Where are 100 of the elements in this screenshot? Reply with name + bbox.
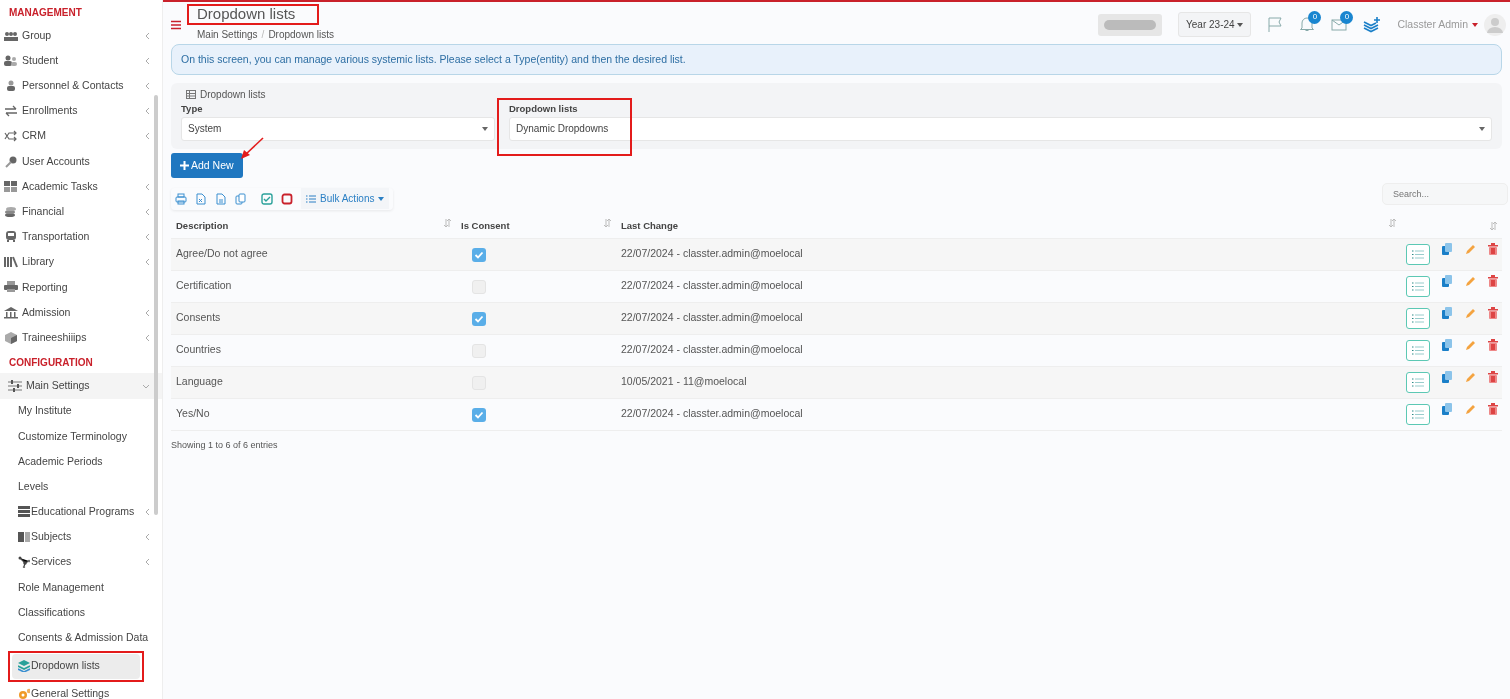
- sidebar-item[interactable]: CRM: [0, 123, 162, 149]
- column-header[interactable]: Is Consent: [461, 218, 510, 233]
- chevron-icon: [145, 182, 150, 191]
- sidebar-item[interactable]: Traineeshiiips: [0, 325, 162, 351]
- caret-icon: [1237, 23, 1244, 28]
- pencil-icon[interactable]: [1465, 276, 1476, 288]
- chevron-icon: [145, 233, 150, 242]
- scrollbar[interactable]: [154, 95, 158, 515]
- menu-icon[interactable]: [171, 20, 181, 30]
- copy-icon[interactable]: [235, 192, 247, 205]
- sidebar-item[interactable]: Customize Terminology: [0, 423, 162, 449]
- trash-icon[interactable]: [1488, 307, 1498, 320]
- check-square-icon[interactable]: [261, 192, 273, 205]
- sort-icon[interactable]: [1490, 222, 1497, 230]
- sidebar-item[interactable]: Dropdown lists: [12, 653, 140, 679]
- copy-icon[interactable]: [1442, 307, 1453, 320]
- flag-icon[interactable]: [1267, 16, 1284, 33]
- section-heading: MANAGEMENT: [8, 6, 83, 20]
- copy-icon[interactable]: [1442, 371, 1453, 384]
- checkbox[interactable]: [472, 311, 486, 326]
- sidebar-item[interactable]: Subjects: [0, 524, 162, 550]
- checkbox[interactable]: [472, 407, 486, 422]
- checkbox[interactable]: [472, 247, 486, 262]
- file-icon[interactable]: [195, 192, 207, 205]
- sidebar-item[interactable]: Reporting: [0, 274, 162, 301]
- envelope-icon[interactable]: [1331, 17, 1348, 33]
- pencil-icon[interactable]: [1465, 308, 1476, 320]
- sidebar-item[interactable]: Personnel & Contacts: [0, 73, 162, 99]
- sidebar-item[interactable]: Consents & Admission Data: [0, 625, 162, 651]
- sidebar-item[interactable]: Group: [0, 23, 162, 49]
- page-title: Dropdown lists: [197, 6, 296, 23]
- square-icon[interactable]: [281, 192, 293, 205]
- copy-icon[interactable]: [1442, 339, 1453, 352]
- breadcrumb-link[interactable]: Main Settings: [197, 26, 258, 42]
- checkbox[interactable]: [472, 279, 486, 294]
- file-icon[interactable]: [215, 192, 227, 205]
- sidebar-item[interactable]: Admission: [0, 300, 162, 326]
- add-new-button[interactable]: Add New: [171, 152, 243, 179]
- field-label: Dropdown lists: [509, 102, 579, 117]
- column-header[interactable]: Last Change: [621, 218, 678, 233]
- sort-icon[interactable]: [444, 218, 451, 227]
- list-button[interactable]: [1406, 340, 1430, 362]
- table-cell: Countries: [171, 334, 456, 367]
- trash-icon[interactable]: [1488, 339, 1498, 352]
- person-icon: [4, 79, 18, 92]
- avatar[interactable]: [1484, 13, 1506, 36]
- trash-icon[interactable]: [1488, 243, 1498, 256]
- trash-icon[interactable]: [1488, 403, 1498, 416]
- sidebar-item[interactable]: Levels: [0, 474, 162, 500]
- layers-plus-icon[interactable]: [1363, 16, 1382, 33]
- sidebar-item[interactable]: Academic Periods: [0, 449, 162, 475]
- search-field[interactable]: Search...: [1382, 182, 1508, 205]
- sidebar-item[interactable]: Enrollments: [0, 98, 162, 124]
- key-icon: [4, 155, 18, 168]
- list-icon: [1412, 282, 1424, 292]
- coins-icon: [4, 205, 18, 218]
- select-field[interactable]: Dynamic Dropdowns: [509, 116, 1492, 141]
- year-dropdown[interactable]: Year 23-24: [1178, 12, 1252, 37]
- pencil-icon[interactable]: [1465, 404, 1476, 416]
- list-button[interactable]: [1406, 404, 1430, 426]
- column-header[interactable]: Description: [176, 218, 229, 233]
- sidebar-item[interactable]: Financial: [0, 199, 162, 225]
- breadcrumb-link[interactable]: Dropdown lists: [268, 26, 334, 42]
- sidebar-item[interactable]: Transportation: [0, 224, 162, 250]
- bulk-actions-dropdown[interactable]: Bulk Actions: [301, 188, 390, 209]
- pencil-icon[interactable]: [1465, 340, 1476, 352]
- bell-icon[interactable]: [1299, 17, 1316, 33]
- list-button[interactable]: [1406, 308, 1430, 330]
- table-cell: Yes/No: [171, 398, 456, 431]
- list-button[interactable]: [1406, 276, 1430, 298]
- pencil-icon[interactable]: [1465, 372, 1476, 384]
- trash-icon[interactable]: [1488, 275, 1498, 288]
- sidebar-item[interactable]: Services: [0, 549, 162, 575]
- sidebar-item[interactable]: Academic Tasks: [0, 174, 162, 200]
- sort-icon[interactable]: [1389, 218, 1396, 227]
- checkbox[interactable]: [472, 343, 486, 358]
- sidebar-item[interactable]: Student: [0, 48, 162, 74]
- table-info: Showing 1 to 6 of 6 entries: [171, 438, 279, 452]
- sidebar-item[interactable]: Library: [0, 249, 162, 275]
- sidebar-item[interactable]: Educational Programs: [0, 499, 162, 525]
- trash-icon[interactable]: [1488, 371, 1498, 384]
- list-button[interactable]: [1406, 372, 1430, 394]
- sidebar-item[interactable]: Main Settings: [0, 373, 162, 399]
- copy-icon[interactable]: [1442, 275, 1453, 288]
- copy-icon[interactable]: [1442, 243, 1453, 256]
- sidebar-item[interactable]: My Institute: [0, 398, 162, 424]
- blurred-selector[interactable]: [1098, 13, 1163, 36]
- list-button[interactable]: [1406, 244, 1430, 266]
- printer-icon[interactable]: [175, 192, 187, 205]
- sliders-icon: [8, 380, 22, 393]
- pencil-icon[interactable]: [1465, 244, 1476, 256]
- copy-icon[interactable]: [1442, 403, 1453, 416]
- sort-icon[interactable]: [604, 218, 611, 227]
- caret-icon: [378, 196, 385, 201]
- select-field[interactable]: System: [181, 116, 495, 141]
- sidebar-item[interactable]: General Settings: [0, 681, 162, 699]
- sidebar-item[interactable]: Classifications: [0, 600, 162, 626]
- sidebar-item[interactable]: Role Management: [0, 574, 162, 601]
- grid-icon: [4, 180, 18, 193]
- sidebar-item[interactable]: User Accounts: [0, 148, 162, 175]
